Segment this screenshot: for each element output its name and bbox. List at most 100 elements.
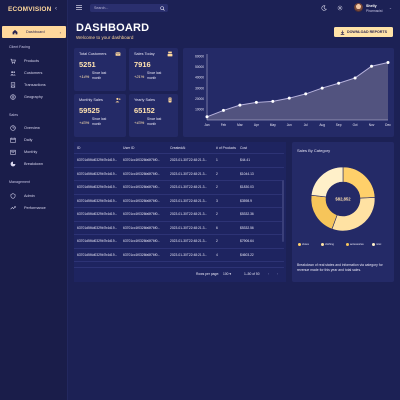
stat-card-yearly-sales: Yearly Sales 65152 +43% Since last month xyxy=(129,94,178,137)
column-header-products[interactable]: # of Products xyxy=(216,146,236,150)
data-point[interactable] xyxy=(304,92,308,96)
rows-per-page-label: Rows per page: xyxy=(196,272,220,276)
data-point[interactable] xyxy=(386,61,390,65)
stat-title: Yearly Sales xyxy=(134,98,155,102)
menu-icon[interactable] xyxy=(76,5,82,10)
brand-logo: ECOMVISION xyxy=(8,6,52,13)
stat-value: 5251 xyxy=(79,60,96,69)
table-cell: 63701d5f4d0329b7b4d19... xyxy=(77,225,118,230)
column-header-cost[interactable]: Cost xyxy=(240,146,247,150)
x-tick-label: Dec xyxy=(385,123,391,127)
stat-value: 7916 xyxy=(134,60,151,69)
calendar-month-icon xyxy=(10,149,16,155)
table-row-divider xyxy=(74,234,284,235)
globe-icon xyxy=(10,94,16,100)
users-icon xyxy=(10,71,16,76)
sidebar-item-monthly[interactable]: Monthly xyxy=(0,146,68,158)
x-tick-label: Oct xyxy=(353,123,358,127)
sidebar-item-label: Daily xyxy=(24,138,33,142)
cart-icon xyxy=(10,58,16,64)
area-fill xyxy=(207,62,388,120)
table-row-divider xyxy=(74,166,284,168)
column-header-user-id[interactable]: User ID xyxy=(123,146,135,150)
sidebar-item-products[interactable]: Products xyxy=(0,55,68,67)
sidebar-item-label: Geography xyxy=(24,95,43,99)
sidebar-item-overview[interactable]: Overview xyxy=(0,122,68,134)
data-point[interactable] xyxy=(205,115,209,119)
table-cell: $1830.03 xyxy=(240,185,254,189)
table-divider xyxy=(74,153,284,154)
next-page-icon[interactable]: › xyxy=(277,272,278,276)
sales-area-chart: 10000 20000 30000 40000 50000 60000 Jan Feb Mar A… xyxy=(195,54,391,127)
data-point[interactable] xyxy=(254,100,258,104)
column-header-created-at[interactable]: CreatedAt xyxy=(170,146,185,150)
table-cell: 3 xyxy=(216,198,218,203)
table-cell: $4603.22 xyxy=(240,252,254,257)
settings-icon[interactable] xyxy=(337,5,343,11)
download-reports-button[interactable]: DOWNLOAD REPORTS xyxy=(334,27,393,37)
table-scrollbar[interactable] xyxy=(282,180,284,242)
legend-dot xyxy=(372,243,375,246)
point-of-sale-icon xyxy=(167,51,173,57)
data-point[interactable] xyxy=(353,76,357,80)
transactions-table: ID User ID CreatedAt # of Products Cost … xyxy=(74,142,286,282)
user-role: Pharmacist xyxy=(366,9,383,13)
traffic-icon xyxy=(168,97,172,103)
data-point[interactable] xyxy=(287,96,291,100)
sidebar: ECOMVISION ‹ Dashboard › Client Facing P… xyxy=(0,0,68,400)
table-cell: 63701cc1f0326fa5f76f0... xyxy=(123,198,161,203)
data-point[interactable] xyxy=(320,86,324,90)
avatar[interactable] xyxy=(354,3,363,12)
page-subtitle: Welcome to your dashboard xyxy=(76,35,134,40)
data-point[interactable] xyxy=(238,103,242,107)
search-icon[interactable] xyxy=(160,5,165,11)
data-point[interactable] xyxy=(271,99,275,103)
sidebar-item-admin[interactable]: Admin xyxy=(0,190,68,202)
sales-by-category-card: Sales By Category $82,852 shoes clothing… xyxy=(292,142,394,282)
stat-desc: Since last month xyxy=(92,117,107,126)
sales-chart-card: 10000 20000 30000 40000 50000 60000 Jan Feb Mar A… xyxy=(183,48,394,137)
sidebar-item-breakdown[interactable]: Breakdown xyxy=(0,158,68,170)
x-tick-label: Aug xyxy=(319,123,325,127)
data-point[interactable] xyxy=(337,81,341,85)
topbar: Search... Shelly Pharmacist ⌄ xyxy=(68,0,400,16)
legend-dot xyxy=(321,243,324,246)
table-cell: $1044.13 xyxy=(240,171,254,176)
rows-per-page-select[interactable]: 100 ▾ xyxy=(223,272,231,276)
collapse-sidebar-icon[interactable]: ‹ xyxy=(55,6,57,12)
sidebar-item-transactions[interactable]: Transactions xyxy=(0,79,68,91)
data-point[interactable] xyxy=(370,64,374,68)
table-cell: 63701d5f4d0329b7b4d19... xyxy=(77,198,118,203)
admin-icon xyxy=(10,193,16,199)
prev-page-icon[interactable]: ‹ xyxy=(268,272,269,276)
x-tick-label: Nov xyxy=(369,123,375,127)
sidebar-item-customers[interactable]: Customers xyxy=(0,67,68,79)
stat-desc: Since last month xyxy=(147,71,162,80)
table-cell: 2023-01-30T22:48:21.3... xyxy=(170,252,208,257)
table-cell: 2 xyxy=(216,239,218,243)
table-cell: 2023-01-30T22:48:21.3... xyxy=(170,158,208,162)
legend-label: clothing xyxy=(325,243,334,246)
y-tick-label: 10000 xyxy=(195,108,204,112)
dark-mode-icon[interactable] xyxy=(321,5,327,11)
pie-icon xyxy=(10,125,16,131)
stat-desc: Since last month xyxy=(92,71,107,80)
legend-label: misc xyxy=(376,243,382,246)
table-cell: 2 xyxy=(216,212,218,216)
section-sales: Sales xyxy=(9,113,18,117)
sidebar-item-daily[interactable]: Daily xyxy=(0,134,68,146)
sidebar-item-performance[interactable]: Performance xyxy=(0,202,68,214)
sidebar-item-dashboard[interactable]: Dashboard › xyxy=(2,26,66,38)
x-tick-label: Mar xyxy=(237,123,243,127)
sidebar-item-geography[interactable]: Geography xyxy=(0,91,68,103)
data-point[interactable] xyxy=(221,108,225,112)
x-tick-label: Jun xyxy=(287,123,292,127)
column-header-id[interactable]: ID xyxy=(77,146,80,150)
legend-item-accessories: accessories xyxy=(346,243,364,246)
y-tick-label: 50000 xyxy=(195,65,204,69)
chevron-down-icon[interactable]: ⌄ xyxy=(389,6,392,10)
search-input[interactable]: Search... xyxy=(90,4,168,12)
user-name: Shelly xyxy=(366,4,377,8)
table-cell: 63701cc1f0326fa5f76f0... xyxy=(123,212,161,216)
table-cell: 2023-01-30T22:48:21.3... xyxy=(170,239,208,243)
